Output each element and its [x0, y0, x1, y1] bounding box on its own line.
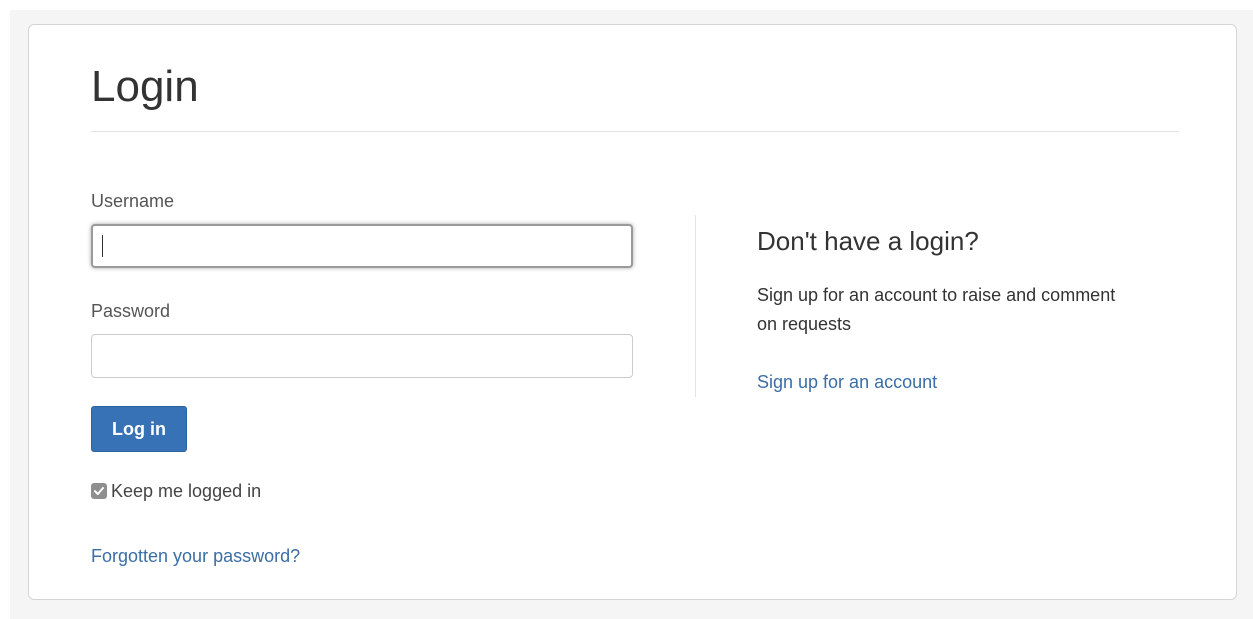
- column-divider: [695, 215, 696, 397]
- password-label: Password: [91, 301, 171, 321]
- checkmark-icon: [94, 487, 104, 495]
- text-cursor: [102, 235, 103, 257]
- signup-link[interactable]: Sign up for an account: [757, 371, 937, 393]
- signup-heading: Don't have a login?: [757, 226, 979, 256]
- login-button[interactable]: Log in: [91, 406, 187, 452]
- forgot-password-link[interactable]: Forgotten your password?: [91, 545, 300, 567]
- signup-description: Sign up for an account to raise and comm…: [757, 285, 1116, 334]
- title-divider: [91, 131, 1179, 132]
- username-label: Username: [91, 191, 175, 211]
- username-input[interactable]: [91, 224, 633, 268]
- login-panel: Login Username Password Log in Keep me l…: [28, 24, 1237, 600]
- keep-logged-in-checkbox[interactable]: [91, 483, 107, 499]
- keep-logged-in-option[interactable]: Keep me logged in: [91, 480, 261, 502]
- keep-logged-in-label: Keep me logged in: [111, 481, 262, 501]
- password-input[interactable]: [91, 334, 633, 378]
- page-title: Login: [91, 62, 199, 111]
